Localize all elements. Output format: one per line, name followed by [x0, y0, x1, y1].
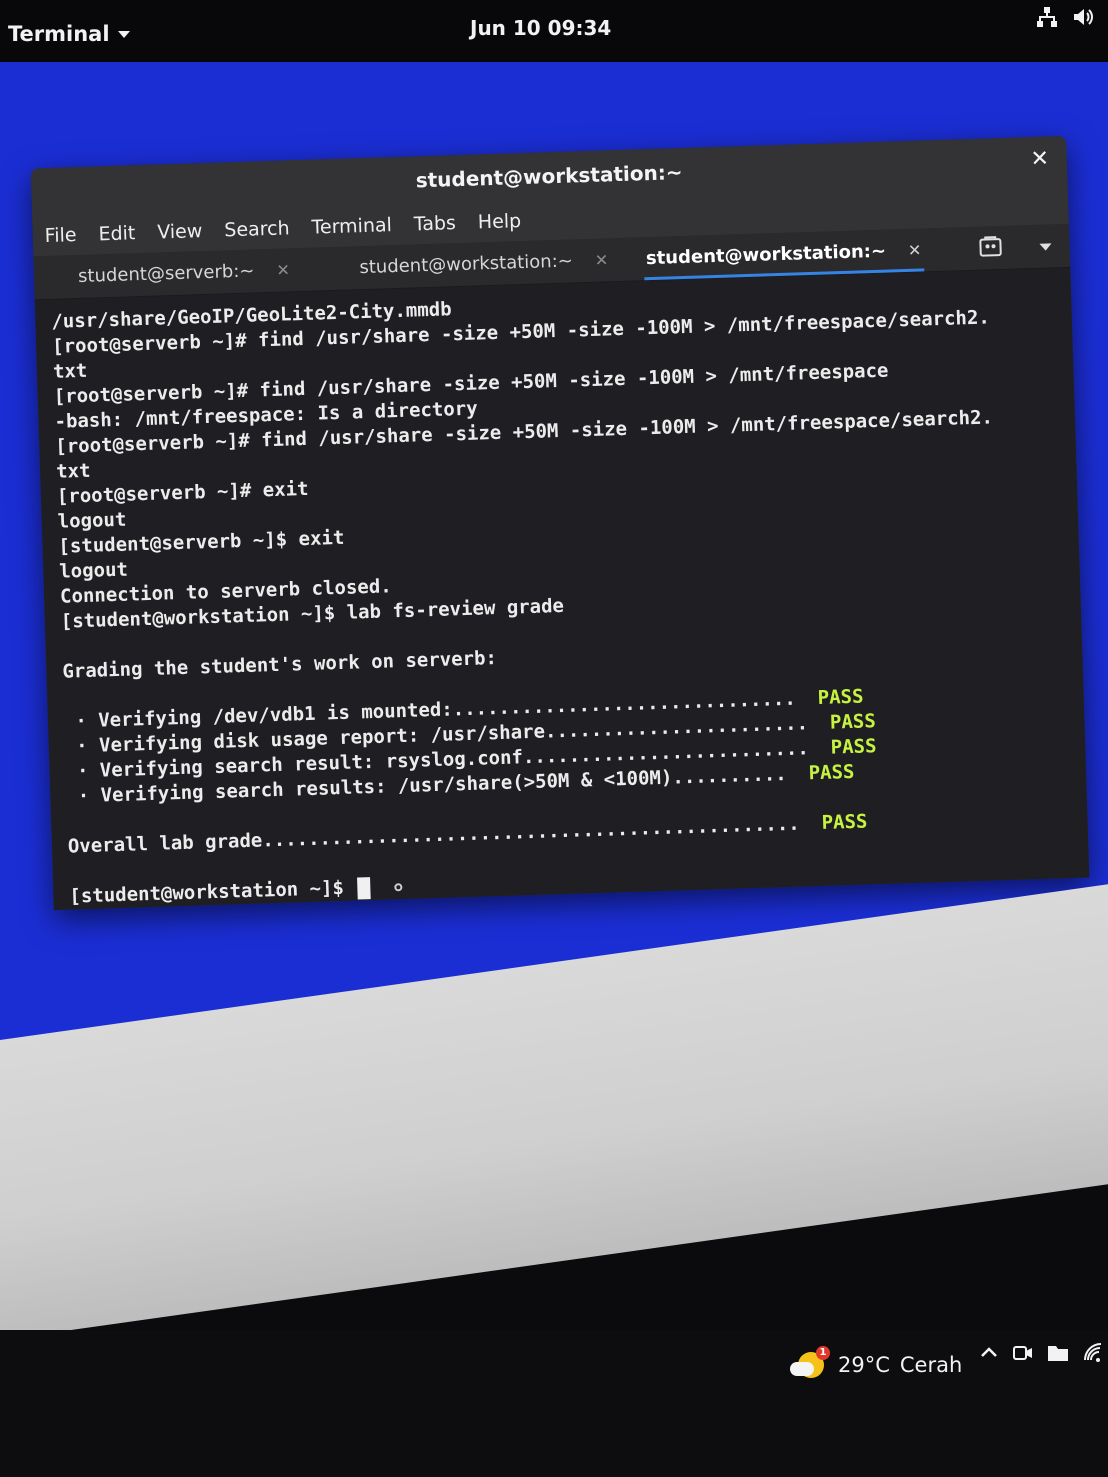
menu-terminal[interactable]: Terminal [311, 214, 392, 239]
grade-check-result: PASS [808, 760, 855, 785]
grade-check-result: PASS [829, 710, 877, 734]
menu-search[interactable]: Search [224, 217, 290, 241]
app-menu-label: Terminal [8, 22, 110, 46]
tab-workstation-active[interactable]: student@workstation:~ ✕ [633, 228, 934, 280]
window-title: student@workstation:~ [415, 159, 683, 193]
close-icon[interactable]: ✕ [276, 260, 290, 279]
top-bar: Terminal Jun 10 09:34 [0, 0, 1108, 62]
mouse-pointer-icon [394, 882, 403, 891]
wifi-icon[interactable] [1082, 1342, 1104, 1364]
volume-icon[interactable] [1072, 6, 1094, 28]
tab-label: student@workstation:~ [359, 250, 574, 279]
close-icon[interactable]: ✕ [908, 241, 922, 260]
grade-check-result: PASS [817, 685, 864, 709]
menu-help[interactable]: Help [478, 210, 522, 233]
weather-temperature: 29°C [838, 1353, 890, 1377]
folder-icon[interactable] [1046, 1342, 1070, 1364]
system-status-area[interactable] [1036, 6, 1094, 28]
menu-file[interactable]: File [44, 224, 76, 247]
system-tray [978, 1342, 1104, 1364]
tab-label: student@serverb:~ [77, 260, 255, 288]
overall-grade-result: PASS [821, 810, 868, 834]
meet-camera-icon[interactable] [1012, 1342, 1034, 1364]
new-tab-icon[interactable] [978, 235, 1003, 262]
network-icon[interactable] [1036, 6, 1058, 28]
tab-serverb[interactable]: student@serverb:~ ✕ [33, 247, 334, 299]
menu-edit[interactable]: Edit [98, 222, 135, 245]
app-menu-button[interactable]: Terminal [8, 22, 130, 46]
text-cursor [357, 876, 371, 900]
clock[interactable]: Jun 10 09:34 [470, 16, 611, 40]
chevron-up-icon[interactable] [978, 1342, 1000, 1364]
terminal-output[interactable]: /usr/share/GeoIP/GeoLite2-City.mmdb [roo… [34, 267, 1090, 911]
menu-view[interactable]: View [157, 220, 203, 243]
tabs-menu-dropdown-icon[interactable] [1038, 242, 1052, 251]
tab-workstation[interactable]: student@workstation:~ ✕ [333, 238, 634, 290]
close-icon[interactable]: ✕ [1026, 146, 1053, 173]
close-icon[interactable]: ✕ [594, 250, 608, 269]
menu-tabs[interactable]: Tabs [413, 212, 456, 235]
weather-widget[interactable]: 1 29°C Cerah [790, 1346, 963, 1382]
grade-check-result: PASS [830, 735, 877, 759]
chevron-down-icon [117, 30, 130, 38]
weather-partly-sunny-icon: 1 [790, 1346, 830, 1382]
tab-actions [959, 224, 1070, 271]
tab-label: student@workstation:~ [645, 240, 887, 270]
weather-badge: 1 [816, 1346, 830, 1360]
terminal-window[interactable]: student@workstation:~ ✕ File Edit View S… [30, 135, 1090, 911]
weather-condition: Cerah [899, 1353, 963, 1377]
host-taskbar: 1 29°C Cerah [0, 1330, 1108, 1477]
